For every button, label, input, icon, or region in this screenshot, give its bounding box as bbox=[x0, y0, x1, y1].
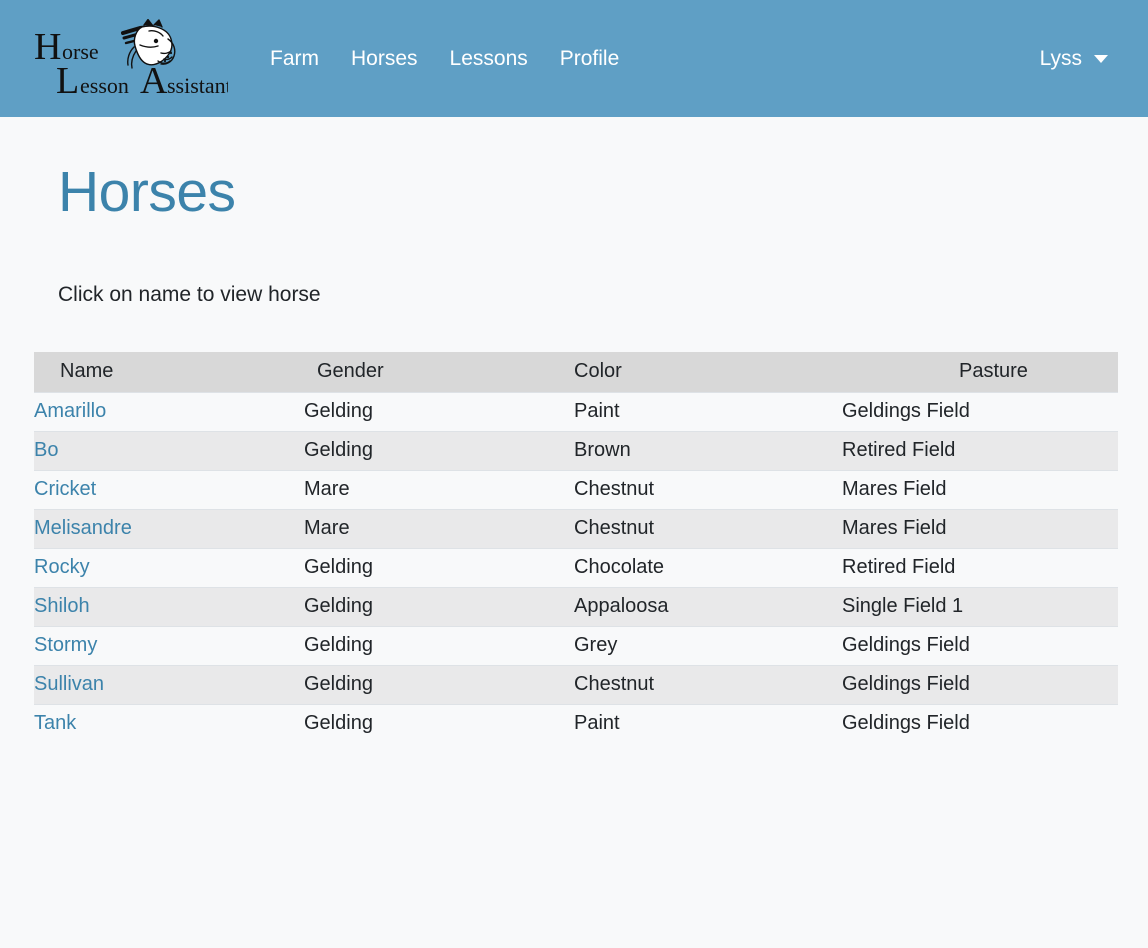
cell-name: Rocky bbox=[34, 548, 304, 588]
table-row: Tank Gelding Paint Geldings Field bbox=[34, 704, 1118, 743]
nav-link-horses[interactable]: Horses bbox=[335, 40, 434, 77]
cell-gender: Gelding bbox=[304, 587, 574, 627]
horses-table: Name Gender Color Pasture Amarillo Geldin… bbox=[34, 352, 1118, 743]
chevron-down-icon bbox=[1094, 54, 1108, 63]
column-header-name-label: Name bbox=[60, 360, 114, 382]
column-header-pasture[interactable]: Pasture bbox=[842, 352, 1118, 393]
horse-name-link[interactable]: Amarillo bbox=[34, 400, 106, 422]
nav-link-lessons[interactable]: Lessons bbox=[434, 40, 544, 77]
cell-color: Appaloosa bbox=[574, 587, 842, 627]
column-header-gender[interactable]: Gender bbox=[304, 352, 574, 393]
cell-color: Chestnut bbox=[574, 665, 842, 705]
cell-name: Amarillo bbox=[34, 392, 304, 432]
cell-pasture: Geldings Field bbox=[842, 392, 1118, 432]
table-row: Bo Gelding Brown Retired Field bbox=[34, 431, 1118, 471]
horse-lesson-assistant-logo-icon: H orse L esson A ssistant bbox=[34, 18, 228, 99]
cell-gender: Gelding bbox=[304, 704, 574, 743]
cell-pasture: Mares Field bbox=[842, 470, 1118, 510]
cell-color: Brown bbox=[574, 431, 842, 471]
cell-pasture: Geldings Field bbox=[842, 626, 1118, 666]
cell-color: Chestnut bbox=[574, 470, 842, 510]
column-header-pasture-label: Pasture bbox=[959, 360, 1028, 382]
brand-logo[interactable]: H orse L esson A ssistant bbox=[28, 18, 228, 99]
table-header-row: Name Gender Color Pasture bbox=[34, 352, 1118, 393]
cell-gender: Gelding bbox=[304, 626, 574, 666]
table-row: Rocky Gelding Chocolate Retired Field bbox=[34, 548, 1118, 588]
primary-nav: Farm Horses Lessons Profile bbox=[254, 40, 635, 77]
table-row: Amarillo Gelding Paint Geldings Field bbox=[34, 392, 1118, 432]
cell-name: Bo bbox=[34, 431, 304, 471]
svg-text:ssistant: ssistant bbox=[167, 73, 228, 98]
page-subtitle: Click on name to view horse bbox=[58, 283, 321, 306]
cell-color: Chocolate bbox=[574, 548, 842, 588]
cell-pasture: Retired Field bbox=[842, 431, 1118, 471]
horse-name-link[interactable]: Rocky bbox=[34, 556, 90, 578]
horses-table-head: Name Gender Color Pasture bbox=[34, 352, 1118, 393]
nav-link-profile[interactable]: Profile bbox=[544, 40, 636, 77]
cell-gender: Gelding bbox=[304, 431, 574, 471]
cell-name: Shiloh bbox=[34, 587, 304, 627]
nav-link-farm[interactable]: Farm bbox=[254, 40, 335, 77]
page-title: Horses bbox=[58, 160, 236, 224]
cell-name: Cricket bbox=[34, 470, 304, 510]
column-header-name[interactable]: Name bbox=[34, 352, 304, 393]
cell-color: Chestnut bbox=[574, 509, 842, 549]
table-row: Shiloh Gelding Appaloosa Single Field 1 bbox=[34, 587, 1118, 627]
column-header-color[interactable]: Color bbox=[574, 352, 842, 393]
cell-name: Melisandre bbox=[34, 509, 304, 549]
cell-name: Tank bbox=[34, 704, 304, 743]
horses-table-body: Amarillo Gelding Paint Geldings Field Bo Geld… bbox=[34, 392, 1118, 743]
cell-pasture: Mares Field bbox=[842, 509, 1118, 549]
cell-gender: Mare bbox=[304, 509, 574, 549]
column-header-color-label: Color bbox=[574, 360, 622, 382]
column-header-gender-label: Gender bbox=[317, 360, 384, 382]
cell-color: Paint bbox=[574, 392, 842, 432]
svg-text:L: L bbox=[56, 60, 79, 99]
cell-name: Stormy bbox=[34, 626, 304, 666]
cell-gender: Mare bbox=[304, 470, 574, 510]
table-row: Sullivan Gelding Chestnut Geldings Field bbox=[34, 665, 1118, 705]
cell-pasture: Geldings Field bbox=[842, 704, 1118, 743]
cell-pasture: Geldings Field bbox=[842, 665, 1118, 705]
horse-name-link[interactable]: Bo bbox=[34, 439, 58, 461]
cell-gender: Gelding bbox=[304, 665, 574, 705]
svg-text:A: A bbox=[140, 60, 168, 99]
cell-pasture: Single Field 1 bbox=[842, 587, 1118, 627]
table-row: Cricket Mare Chestnut Mares Field bbox=[34, 470, 1118, 510]
cell-gender: Gelding bbox=[304, 392, 574, 432]
table-row: Stormy Gelding Grey Geldings Field bbox=[34, 626, 1118, 666]
horse-name-link[interactable]: Melisandre bbox=[34, 517, 132, 539]
cell-name: Sullivan bbox=[34, 665, 304, 705]
horse-name-link[interactable]: Cricket bbox=[34, 478, 96, 500]
table-row: Melisandre Mare Chestnut Mares Field bbox=[34, 509, 1118, 549]
user-menu-dropdown[interactable]: Lyss bbox=[1034, 39, 1114, 79]
svg-text:esson: esson bbox=[80, 73, 129, 98]
horse-name-link[interactable]: Sullivan bbox=[34, 673, 104, 695]
cell-color: Grey bbox=[574, 626, 842, 666]
top-navbar: H orse L esson A ssistant Farm Horses Le… bbox=[0, 0, 1148, 117]
horses-table-container: Name Gender Color Pasture Amarillo Geldin… bbox=[32, 352, 1118, 743]
user-menu-label: Lyss bbox=[1039, 46, 1082, 70]
cell-pasture: Retired Field bbox=[842, 548, 1118, 588]
page-content: Horses Click on name to view horse Name … bbox=[0, 117, 1148, 743]
horse-name-link[interactable]: Tank bbox=[34, 712, 76, 734]
horse-name-link[interactable]: Stormy bbox=[34, 634, 97, 656]
cell-gender: Gelding bbox=[304, 548, 574, 588]
horse-name-link[interactable]: Shiloh bbox=[34, 595, 90, 617]
cell-color: Paint bbox=[574, 704, 842, 743]
